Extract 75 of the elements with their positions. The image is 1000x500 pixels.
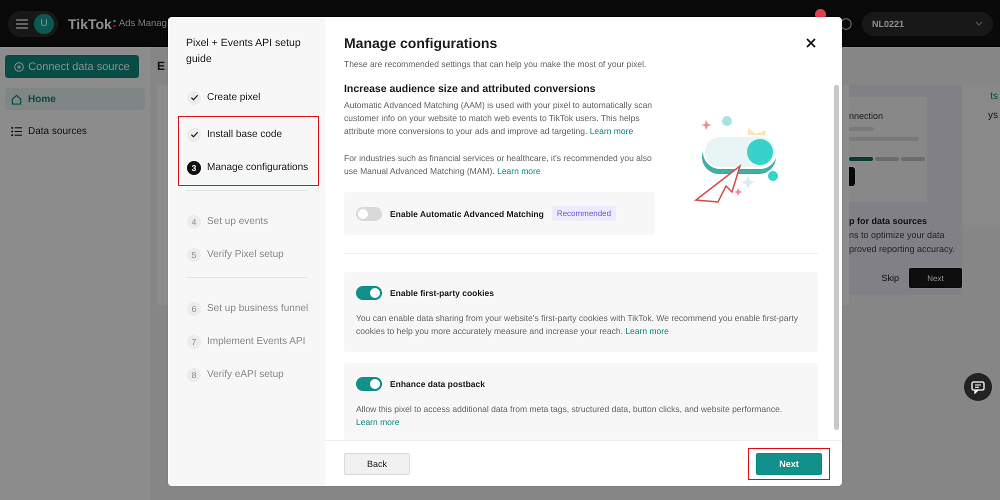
step-item[interactable]: 8 Verify eAPI setup	[187, 358, 306, 391]
step-label: Manage configurations	[207, 162, 308, 173]
step-item[interactable]: 7 Implement Events API	[187, 325, 306, 358]
setting-description: Allow this pixel to access additional data from meta tags, structured data, button clicks, and website performance. Learn more	[356, 403, 784, 429]
step-number: 5	[187, 248, 201, 262]
dialog-title: Manage configurations	[344, 35, 498, 51]
connect-data-source-button[interactable]: Connect data source	[5, 55, 139, 78]
account-dropdown[interactable]: NL0221	[862, 12, 993, 36]
learn-more-link[interactable]: Learn more	[625, 326, 669, 336]
connection-label: nnection	[849, 111, 884, 121]
next-button[interactable]: Next	[756, 452, 822, 474]
step-label: Verify Pixel setup	[207, 249, 284, 260]
chat-button[interactable]	[964, 373, 992, 401]
setting-description: You can enable data sharing from your website's first-party cookies with TikTok. We recommend you enable first-party cookies to help you more accurately measure and increase your reach. Learn more	[356, 312, 799, 338]
step-number: 8	[187, 368, 201, 382]
description-text: For industries such as financial services or healthcare, it's recommended you also use Manual Advanced Matching (MAM). Learn more	[344, 152, 653, 178]
link-text[interactable]: ts	[990, 91, 998, 102]
sidebar-item[interactable]: Home	[5, 88, 145, 110]
menu-icon	[16, 18, 28, 28]
toggle-switch[interactable]	[356, 286, 382, 300]
learn-more-link[interactable]: Learn more	[497, 166, 541, 176]
step-label: Implement Events API	[207, 336, 306, 347]
step-label: Create pixel	[207, 92, 260, 103]
description-text: Automatic Advanced Matching (AAM) is used with your pixel to automatically scan customer info on your website to match web events to TikTok users. This helps attribute more conversions to your ads and improve ad targeting. Learn more	[344, 99, 654, 138]
setting-label: Enable Automatic Advanced Matching	[390, 208, 544, 218]
step-number: 6	[187, 302, 201, 316]
step-item[interactable]: 6 Set up business funnel	[187, 292, 306, 325]
step-item[interactable]: Install base code	[187, 118, 306, 151]
chevron-icon	[975, 21, 983, 26]
guide-title: p for data sources	[849, 216, 928, 226]
section-title: Increase audience size and attributed conversions	[344, 83, 597, 95]
learn-more-link[interactable]: Learn more	[356, 417, 400, 427]
page-title: E	[157, 59, 166, 73]
learn-more-link[interactable]: Learn more	[590, 126, 634, 136]
list-icon	[11, 126, 22, 136]
dialog-subtitle: These are recommended settings that can help you make the most of your pixel.	[344, 59, 648, 69]
brand-logo: TikTok	[68, 16, 112, 32]
step-item[interactable]: 3 Manage configurations	[187, 151, 306, 184]
menu-avatar-pill[interactable]: U	[8, 10, 58, 36]
step-number: 7	[187, 334, 201, 348]
toggle-switch[interactable]	[356, 377, 382, 391]
logo-dots-icon	[112, 19, 116, 28]
sidebar-item[interactable]: Data sources	[5, 120, 145, 142]
step-label: Verify eAPI setup	[207, 369, 284, 380]
back-button[interactable]: Back	[344, 452, 410, 474]
step-item[interactable]: Create pixel	[187, 81, 306, 114]
step-item[interactable]: 4 Set up events	[187, 205, 306, 238]
guide-heading: Pixel + Events API setup guide	[186, 36, 302, 67]
help-icon[interactable]	[840, 18, 852, 30]
next-button[interactable]: Next	[909, 268, 962, 288]
recommended-tag: Recommended	[552, 206, 616, 221]
plus-circle-icon	[14, 62, 24, 72]
card-text: ys	[988, 110, 998, 121]
toggle-switch[interactable]	[356, 206, 382, 220]
check-icon	[190, 93, 198, 102]
home-icon	[11, 94, 22, 104]
step-label: Install base code	[207, 129, 282, 140]
step-item[interactable]: 5 Verify Pixel setup	[187, 238, 306, 271]
step-number: 4	[187, 214, 201, 228]
step-number: 3	[187, 160, 201, 174]
chat-icon	[971, 380, 985, 394]
setting-label: Enable first-party cookies	[390, 288, 494, 298]
setting-label: Enhance data postback	[390, 379, 485, 389]
scrollbar[interactable]	[834, 85, 839, 430]
close-button[interactable]	[804, 36, 818, 50]
product-name: Ads Manag	[118, 18, 167, 29]
check-icon	[190, 130, 198, 139]
user-avatar: U	[34, 14, 54, 34]
close-icon	[804, 36, 818, 50]
button-edge	[849, 167, 855, 186]
guide-text: proved reporting accuracy.	[849, 244, 956, 254]
skip-button[interactable]: Skip	[881, 273, 899, 283]
step-label: Set up events	[207, 216, 268, 227]
guide-text: ns to optimize your data	[849, 230, 946, 240]
step-label: Set up business funnel	[207, 303, 308, 314]
